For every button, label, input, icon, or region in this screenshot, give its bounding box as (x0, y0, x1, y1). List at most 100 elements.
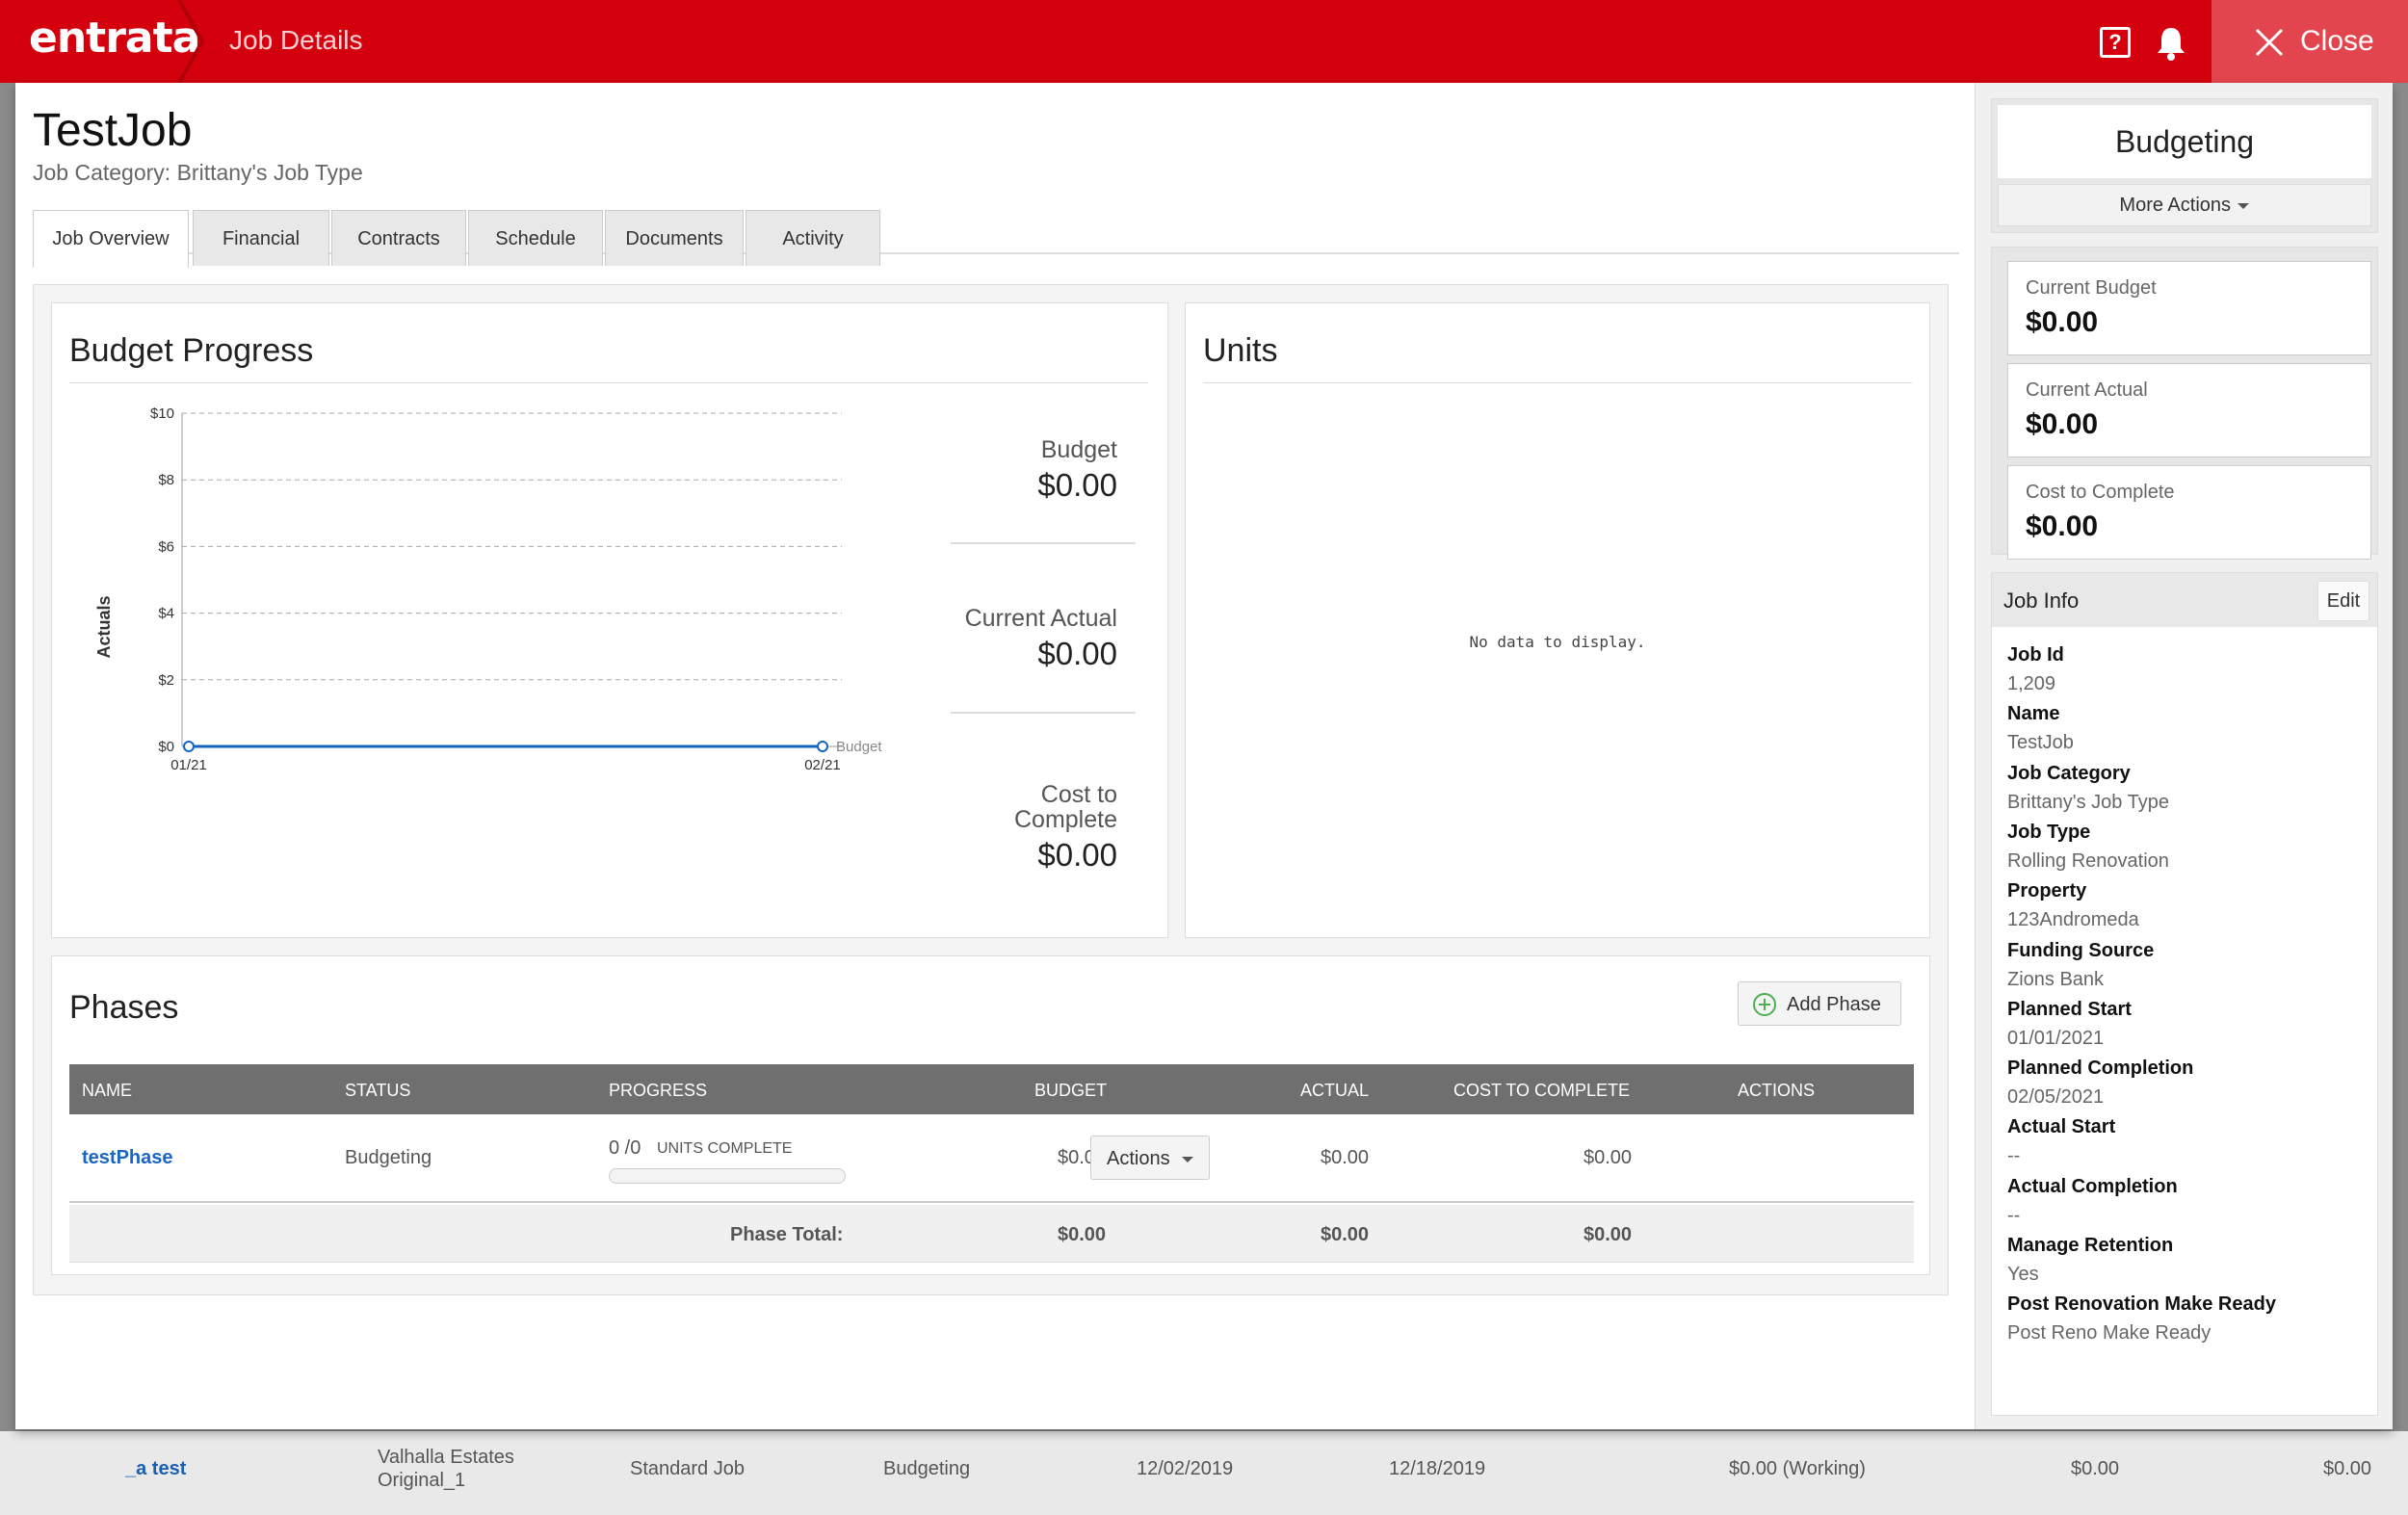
job-info-title: Job Info (2003, 588, 2080, 613)
job-info-header: Job Info Edit (1992, 573, 2377, 627)
background-job-property-line1: Valhalla Estates (378, 1447, 514, 1468)
job-info-key: Manage Retention (2007, 1235, 2174, 1256)
add-phase-label: Add Phase (1787, 994, 1881, 1015)
chart-x-tick-label: 02/21 (804, 757, 841, 773)
tab-financial[interactable]: Financial (193, 210, 329, 266)
chart-data-point[interactable] (183, 741, 195, 752)
phases-card: Phases Add Phase NAME STATUS PROGRESS BU… (51, 955, 1930, 1275)
chart-y-tick-label: $0 (158, 739, 174, 755)
budget-progress-title: Budget Progress (69, 332, 314, 369)
job-status: Budgeting (1998, 105, 2371, 178)
column-header-name[interactable]: NAME (82, 1081, 132, 1101)
background-job-type: Standard Job (630, 1458, 745, 1479)
background-job-cost: $0.00 (2323, 1458, 2372, 1479)
tab-bar: Job Overview Financial Contracts Schedul… (33, 210, 1959, 268)
divider (69, 382, 1148, 383)
phase-status: Budgeting (345, 1147, 432, 1168)
column-header-actual[interactable]: ACTUAL (1300, 1081, 1369, 1101)
help-icon[interactable]: ? (2100, 27, 2131, 58)
job-info-value: Brittany's Job Type (2007, 791, 2169, 813)
table-row: testPhase Budgeting 0 /0 UNITS COMPLETE … (69, 1114, 1914, 1203)
current-actual-stat-label: Current Actual (964, 605, 1117, 632)
breadcrumb-chevron-icon (177, 0, 205, 83)
notification-bell-icon[interactable] (2154, 25, 2188, 62)
edit-job-info-button[interactable]: Edit (2317, 581, 2369, 621)
plus-circle-icon (1753, 993, 1776, 1016)
background-job-property-line2: Original_1 (378, 1470, 466, 1491)
current-budget-summary: Current Budget $0.00 (2007, 261, 2371, 355)
chart-y-tick-label: $2 (158, 672, 174, 689)
budget-stat-value: $0.00 (1037, 467, 1117, 503)
more-actions-label: More Actions (2119, 195, 2232, 216)
status-box: Budgeting More Actions (1991, 98, 2378, 233)
job-info-key: Job Type (2007, 821, 2091, 843)
tab-job-overview[interactable]: Job Overview (33, 210, 189, 268)
add-phase-button[interactable]: Add Phase (1738, 981, 1901, 1026)
close-icon (2255, 28, 2284, 57)
tab-contracts[interactable]: Contracts (331, 210, 466, 266)
phase-actions-button[interactable]: Actions (1090, 1136, 1210, 1180)
phase-total-actual: $0.00 (1321, 1224, 1370, 1245)
column-header-cost-to-complete[interactable]: COST TO COMPLETE (1453, 1081, 1630, 1101)
chart-data-point[interactable] (817, 741, 828, 752)
side-panel: Budgeting More Actions Current Budget $0… (1975, 83, 2393, 1429)
phase-total-budget: $0.00 (1058, 1224, 1107, 1245)
cost-to-complete-stat-value: $0.00 (1037, 837, 1117, 873)
phase-total-cost-to-complete: $0.00 (1584, 1224, 1633, 1245)
column-header-status[interactable]: STATUS (345, 1081, 410, 1101)
current-actual-summary: Current Actual $0.00 (2007, 363, 2371, 457)
cost-to-complete-stat-label-line2: Complete (1014, 806, 1117, 833)
job-info-key: Actual Completion (2007, 1175, 2178, 1197)
top-bar: entrata Job Details ? Close (0, 0, 2408, 83)
job-info-value: Zions Bank (2007, 968, 2105, 990)
chart-y-tick-label: $8 (158, 472, 174, 488)
phase-cost-to-complete: $0.00 (1584, 1147, 1633, 1168)
phase-progress-count: 0 /0 (609, 1137, 641, 1159)
background-job-name[interactable]: _a test (125, 1458, 186, 1480)
cost-to-complete-stat-label-line1: Cost to (1040, 781, 1117, 808)
job-info-key: Job Category (2007, 762, 2131, 784)
phases-title: Phases (69, 989, 179, 1026)
job-info-key: Post Renovation Make Ready (2007, 1293, 2276, 1316)
job-info-value: 01/01/2021 (2007, 1027, 2105, 1049)
current-actual-stat-value: $0.00 (1037, 636, 1117, 671)
phase-actions-label: Actions (1107, 1148, 1170, 1169)
phase-progress-bar (609, 1168, 846, 1184)
budget-progress-chart: $0 $2 $4 $6 $8 $10 01/21 02/21 Budget Actuals (94, 405, 882, 773)
phase-name-link[interactable]: testPhase (82, 1147, 173, 1169)
divider (951, 712, 1136, 714)
chart-y-axis-label: Actuals (94, 595, 114, 658)
column-header-actions: ACTIONS (1738, 1081, 1816, 1100)
phases-table-header: NAME STATUS PROGRESS BUDGET ACTUAL COST … (69, 1064, 1914, 1114)
caret-down-icon (1182, 1157, 1194, 1162)
budget-progress-card: Budget Progress $0 $2 $4 $6 $8 $10 01/21 02/21… (51, 302, 1168, 938)
current-actual-label: Current Actual (2026, 379, 2148, 401)
divider (951, 542, 1136, 544)
job-info-key: Planned Start (2007, 998, 2132, 1020)
background-job-row: _a test Valhalla Estates Original_1 Stan… (0, 1431, 2408, 1515)
job-info-value: 1,209 (2007, 673, 2056, 694)
phase-progress-unit: UNITS COMPLETE (657, 1140, 793, 1157)
current-budget-label: Current Budget (2026, 277, 2157, 299)
job-info-key: Job Id (2007, 644, 2064, 666)
tab-activity[interactable]: Activity (746, 210, 880, 266)
more-actions-button[interactable]: More Actions (1998, 184, 2371, 226)
tab-documents[interactable]: Documents (605, 210, 744, 266)
column-header-progress[interactable]: PROGRESS (609, 1081, 707, 1101)
chart-y-tick-label: $6 (158, 538, 174, 555)
current-actual-value: $0.00 (2026, 408, 2099, 440)
chart-series-label: Budget (836, 739, 882, 755)
job-category: Job Category: Brittany's Job Type (33, 160, 363, 185)
column-header-budget[interactable]: BUDGET (1034, 1081, 1107, 1101)
job-info-key: Property (2007, 880, 2087, 902)
close-label: Close (2300, 25, 2374, 57)
tab-schedule[interactable]: Schedule (468, 210, 603, 266)
units-card: Units No data to display. (1185, 302, 1930, 938)
job-info-key: Funding Source (2007, 939, 2155, 961)
units-title: Units (1203, 332, 1278, 369)
job-info-value: TestJob (2007, 732, 2074, 754)
close-button[interactable]: Close (2212, 0, 2408, 83)
job-title: TestJob (33, 105, 193, 156)
caret-down-icon (2237, 203, 2249, 209)
cost-to-complete-summary: Cost to Complete $0.00 (2007, 465, 2371, 560)
